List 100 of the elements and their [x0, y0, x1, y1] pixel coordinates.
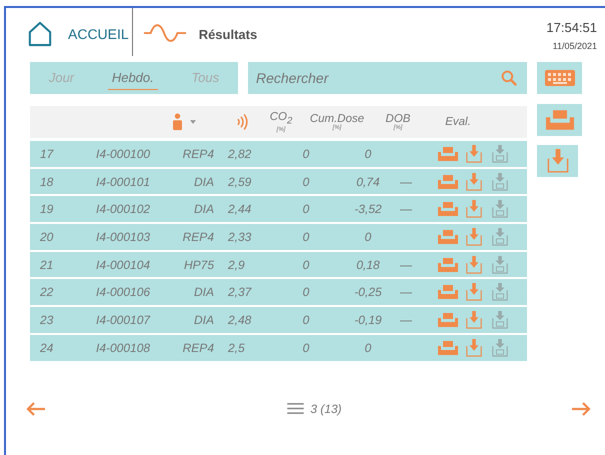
table-cell-text: I4-000103 — [95, 230, 152, 244]
download-icon — [546, 149, 570, 173]
print-icon — [546, 110, 574, 130]
table-cell: 0 — [302, 230, 310, 244]
table-cell-text: DIA — [194, 312, 215, 327]
download-icon[interactable] — [464, 228, 484, 246]
table-cell-text: REP4 — [182, 146, 215, 161]
table-cell: 0 — [302, 202, 310, 216]
home-link[interactable]: ACCUEIL — [68, 26, 129, 42]
upload-box-icon[interactable] — [490, 256, 510, 274]
upload-box-icon[interactable] — [490, 200, 510, 218]
next-arrow-icon[interactable] — [570, 400, 591, 416]
sound-waves-icon[interactable] — [236, 113, 250, 131]
table-cell: 0,74 — [356, 174, 380, 189]
table-cell-text: I4-000101 — [95, 174, 152, 189]
upload-box-icon[interactable] — [490, 172, 510, 191]
table-cell-text: I4-000100 — [95, 146, 152, 161]
table-cell-text: I4-000104 — [95, 258, 152, 272]
page-title: Résultats — [198, 27, 258, 42]
upload-box-icon[interactable] — [490, 283, 510, 302]
table-cell-text: DIA — [194, 174, 215, 189]
keyboard-icon — [544, 70, 574, 86]
table-row[interactable]: 24 I4-000108 REP4 2,5 0 0 — [30, 334, 527, 360]
print-icon[interactable] — [438, 256, 458, 274]
print-icon[interactable] — [438, 338, 458, 357]
download-icon[interactable] — [464, 283, 484, 302]
column-heading: Cum.Dose — [310, 113, 364, 125]
table-cell: 0 — [302, 146, 310, 161]
upload-box-icon[interactable] — [490, 310, 510, 329]
table-cell-text: REP4 — [182, 340, 215, 355]
print-button[interactable] — [537, 104, 582, 136]
upload-box-icon[interactable] — [490, 228, 510, 246]
person-icon[interactable] — [172, 113, 183, 131]
list-icon — [287, 403, 304, 414]
table-row[interactable]: 21 I4-000104 HP75 2,9 0 0,18 — — [30, 252, 527, 278]
table-cell-text: I4-000108 — [95, 340, 152, 355]
previous-arrow-icon[interactable] — [26, 400, 46, 416]
table-cell: 0 — [364, 340, 372, 355]
download-icon[interactable] — [464, 310, 484, 329]
table-cell-text: REP4 — [182, 230, 215, 244]
evaluation-dash: — — [400, 202, 412, 216]
home-icon[interactable] — [28, 20, 52, 48]
print-icon[interactable] — [438, 310, 458, 329]
table-cell-text: 2,44 — [227, 202, 252, 216]
evaluation-dash: — — [400, 258, 412, 272]
dropdown-caret-icon[interactable] — [190, 120, 196, 124]
table-cell-text: I4-000102 — [95, 202, 152, 216]
print-icon[interactable] — [438, 228, 458, 246]
print-icon[interactable] — [438, 283, 458, 302]
evaluation-dash: — — [400, 312, 412, 327]
table-cell-text: 2,48 — [227, 312, 252, 327]
download-icon[interactable] — [464, 144, 484, 163]
period-tab[interactable]: Hebdo. — [108, 66, 158, 90]
column-heading: DOB — [386, 113, 410, 125]
download-button[interactable] — [537, 145, 578, 177]
print-icon[interactable] — [438, 144, 458, 163]
keyboard-button[interactable] — [537, 62, 582, 94]
table-row[interactable]: 22 I4-000106 DIA 2,37 0 -0,25 — — [30, 279, 527, 306]
upload-box-icon[interactable] — [490, 144, 510, 163]
table-cell: 0 — [302, 258, 310, 272]
table-cell-text: 2,9 — [227, 258, 246, 272]
print-icon[interactable] — [438, 200, 458, 218]
search-field[interactable]: Rechercher — [248, 62, 527, 94]
table-cell-text: 2,5 — [227, 340, 246, 355]
table-cell-text: 23 — [39, 312, 54, 327]
upload-box-icon[interactable] — [490, 338, 510, 357]
table-cell-text: 21 — [39, 258, 54, 272]
table-row[interactable]: 20 I4-000103 REP4 2,33 0 0 — [30, 224, 527, 250]
table-row[interactable]: 18 I4-000101 DIA 2,59 0 0,74 — — [30, 168, 527, 194]
table-cell: -3,52 — [354, 202, 382, 216]
table-cell-text: 2,82 — [227, 146, 252, 161]
evaluation-dash: — — [400, 285, 412, 300]
table-cell-text: 20 — [39, 230, 54, 244]
table-cell-text: 22 — [39, 285, 54, 300]
column-heading: Eval. — [445, 116, 471, 128]
table-cell-text: 2,33 — [227, 230, 252, 244]
table-cell-text: DIA — [194, 285, 215, 300]
evaluation-dash: — — [400, 174, 412, 189]
search-icon[interactable] — [501, 70, 517, 86]
table-cell: 0 — [302, 174, 310, 189]
clock-time: 17:54:51 — [546, 20, 597, 35]
download-icon[interactable] — [464, 338, 484, 357]
table-cell: 0 — [302, 312, 310, 327]
table-cell: 0,18 — [356, 258, 380, 272]
table-cell-text: DIA — [194, 202, 215, 216]
print-icon[interactable] — [438, 172, 458, 191]
table-row[interactable]: 17 I4-000100 REP4 2,82 0 0 — [30, 141, 527, 167]
table-row[interactable]: 19 I4-000102 DIA 2,44 0 -3,52 — — [30, 196, 527, 222]
clock-date: 11/05/2021 — [552, 41, 597, 51]
download-icon[interactable] — [464, 200, 484, 218]
wave-icon — [142, 24, 187, 44]
table-cell-text: 19 — [39, 202, 54, 216]
table-cell: -0,19 — [354, 312, 382, 327]
table-cell-text: 18 — [39, 174, 54, 189]
table-cell-text: 2,37 — [227, 285, 253, 300]
download-icon[interactable] — [464, 172, 484, 191]
table-cell-text: 2,59 — [227, 174, 252, 189]
table-cell-text: 24 — [39, 340, 54, 355]
table-row[interactable]: 23 I4-000107 DIA 2,48 0 -0,19 — — [30, 307, 527, 333]
download-icon[interactable] — [464, 256, 484, 274]
